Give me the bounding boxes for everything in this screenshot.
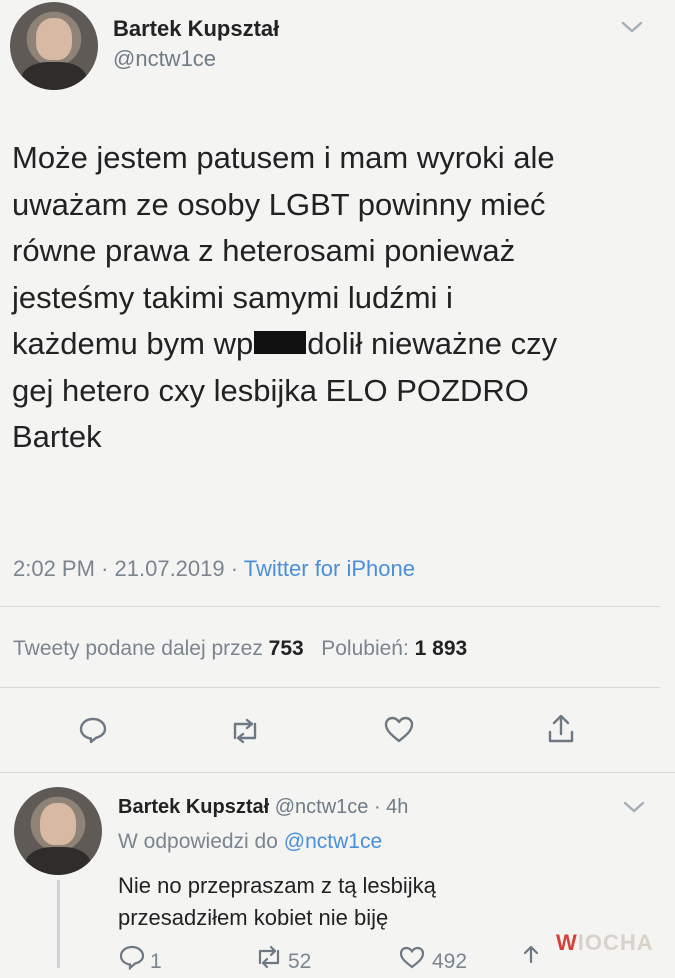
chevron-down-icon[interactable] (620, 18, 644, 41)
reply-icon[interactable] (78, 715, 108, 750)
replying-to: W odpowiedzi do @nctw1ce (118, 830, 382, 854)
reply-like-icon[interactable] (398, 944, 426, 976)
reply-author-name[interactable]: Bartek Kupształ (118, 796, 269, 818)
reply-header: Bartek Kupształ @nctw1ce · 4h (118, 796, 409, 818)
divider (0, 606, 660, 607)
likes-count[interactable]: 1 893 (415, 637, 468, 660)
watermark-brand-letter: W (556, 930, 578, 955)
tweet-source-link[interactable]: Twitter for iPhone (244, 556, 415, 581)
retweets-count[interactable]: 753 (269, 637, 304, 660)
retweet-icon[interactable] (228, 716, 262, 751)
divider (0, 687, 660, 688)
reply-retweet-count: 52 (288, 950, 312, 973)
tweet-text: Może jestem patusem i mam wyroki ale uwa… (12, 135, 662, 461)
thread-line (57, 880, 60, 968)
reply-retweet-icon[interactable] (254, 944, 284, 976)
author-name[interactable]: Bartek Kupształ (113, 16, 279, 42)
reply-text: Nie no przepraszam z tą lesbijką przesad… (118, 873, 436, 930)
share-icon[interactable] (546, 712, 576, 751)
tweet-date: 21.07.2019 (114, 556, 225, 581)
watermark-brand-rest: IOCHA (577, 930, 654, 955)
reply-avatar[interactable] (14, 787, 102, 875)
tweet-stats: Tweety podane dalej przez 753 Polubień: … (13, 637, 467, 661)
reply-reply-count: 1 (150, 950, 162, 973)
reply-share-icon[interactable] (518, 944, 544, 978)
chevron-down-icon[interactable] (622, 798, 646, 821)
replying-to-handle[interactable]: @nctw1ce (284, 830, 382, 853)
watermark-logo: WIOCHA (556, 930, 654, 956)
reply-author-handle[interactable]: @nctw1ce (275, 796, 369, 818)
tweet-meta: 2:02 PM · 21.07.2019 · Twitter for iPhon… (13, 556, 415, 581)
author-handle[interactable]: @nctw1ce (113, 46, 216, 72)
likes-label[interactable]: Polubień: (321, 637, 409, 660)
divider (0, 772, 675, 773)
like-icon[interactable] (383, 714, 415, 749)
reply-like-count: 492 (432, 950, 468, 973)
tweet-time: 2:02 PM (13, 556, 95, 581)
reply-reply-icon[interactable] (118, 944, 146, 976)
censor-bar (254, 331, 307, 355)
avatar[interactable] (10, 2, 98, 90)
retweets-label[interactable]: Tweety podane dalej przez (13, 637, 263, 660)
replying-to-label: W odpowiedzi do (118, 830, 278, 853)
reply-time[interactable]: 4h (386, 796, 408, 818)
